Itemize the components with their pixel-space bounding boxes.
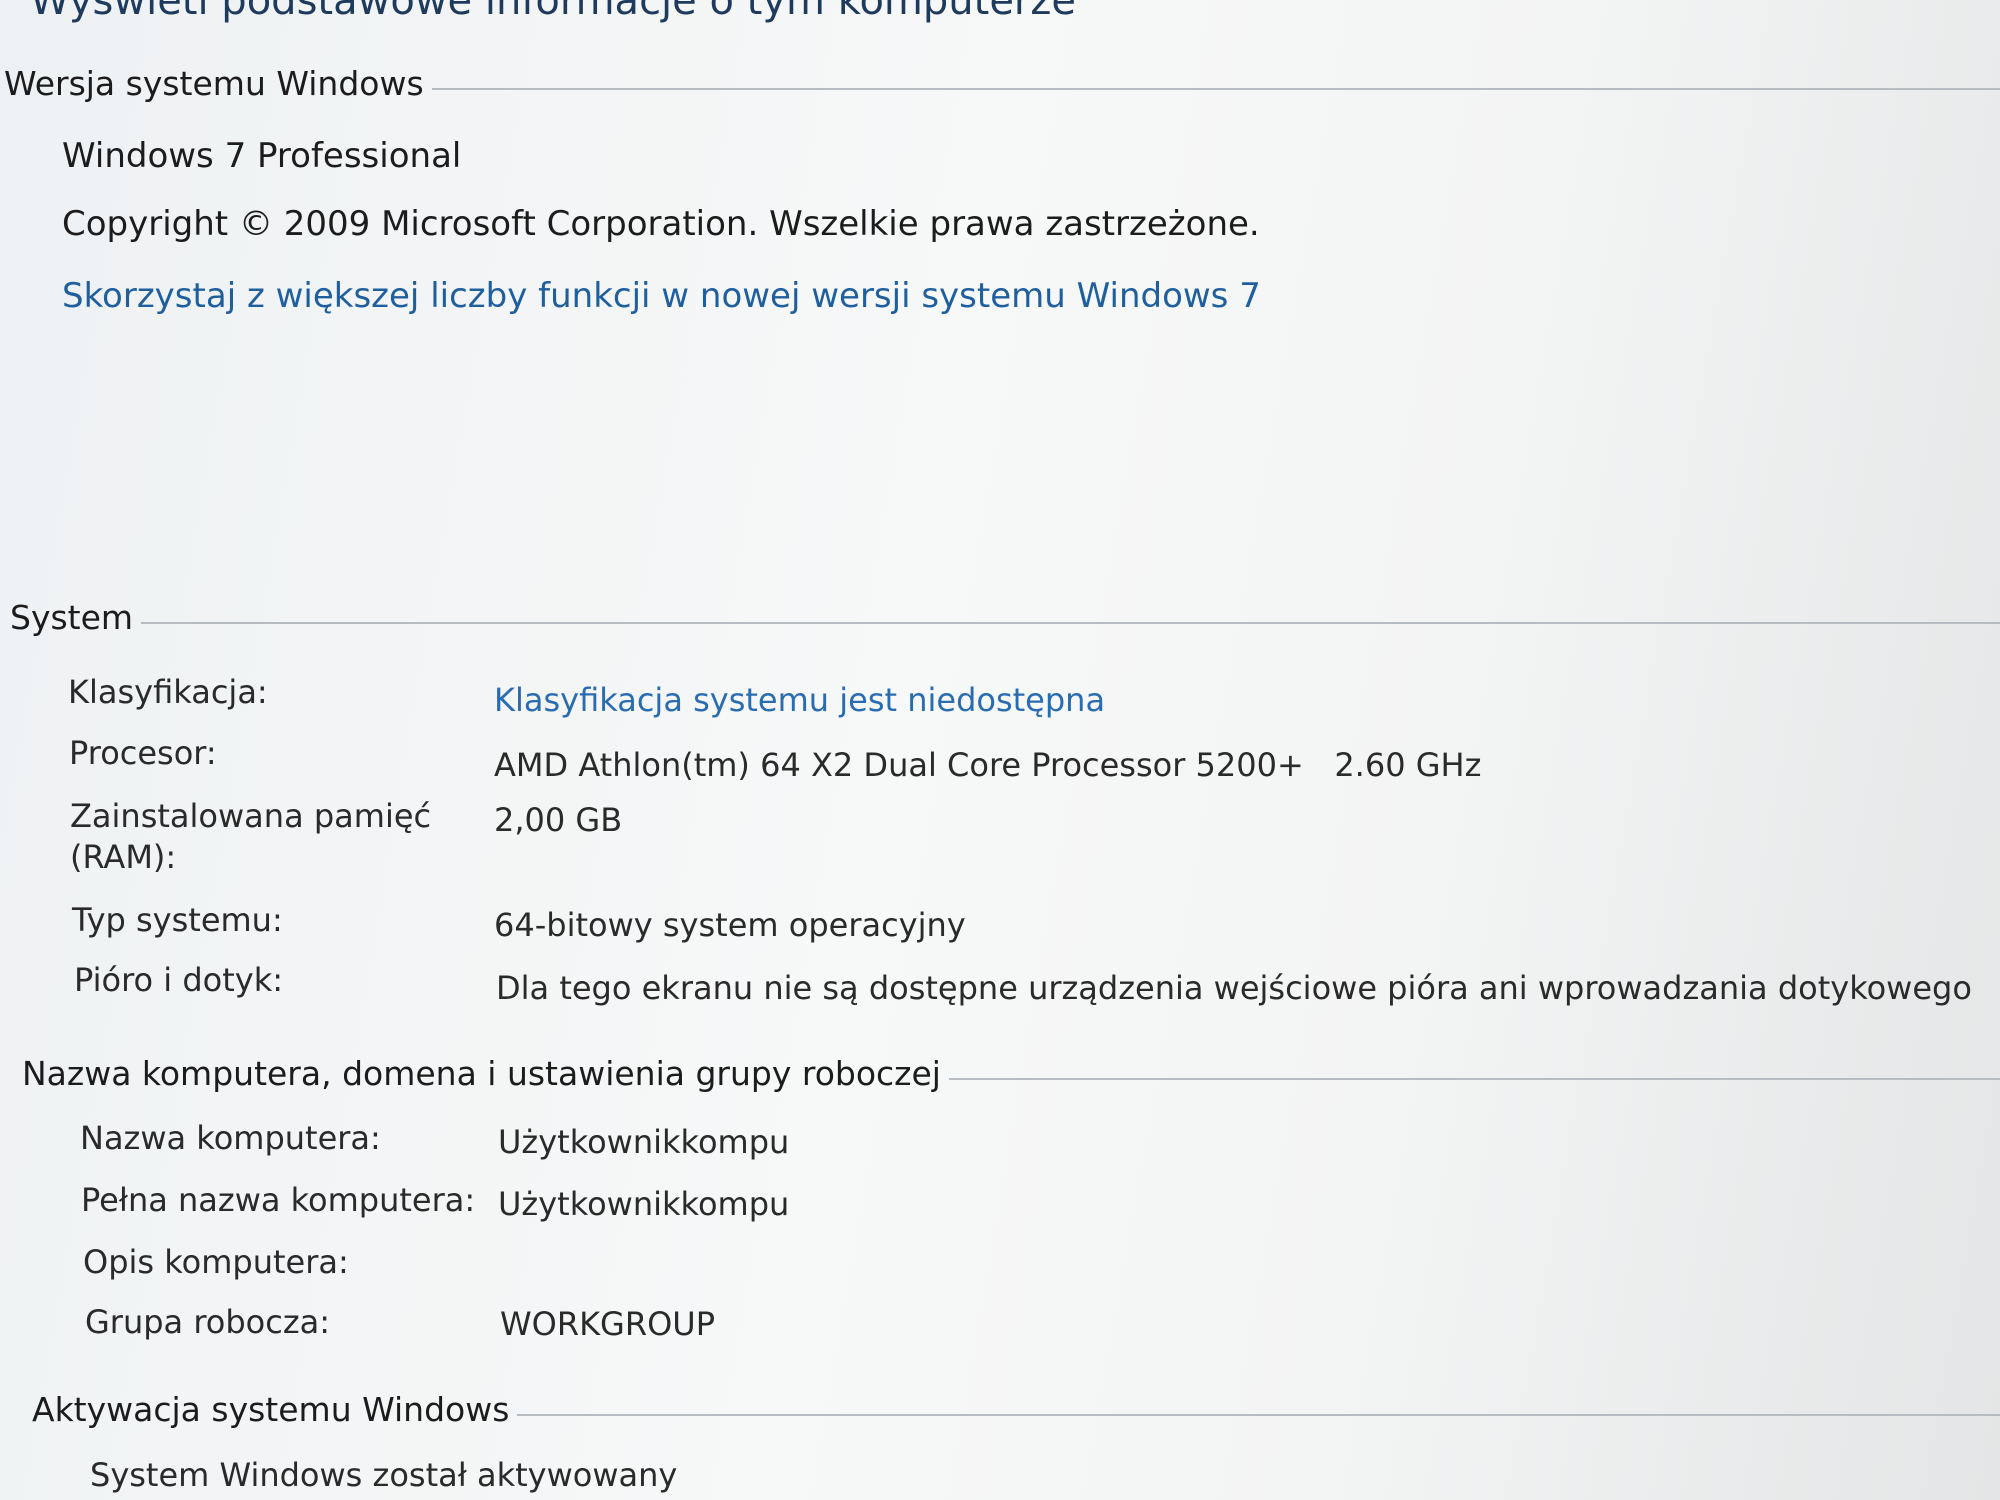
upgrade-windows-link[interactable]: Skorzystaj z większej liczby funkcji w n… bbox=[62, 276, 1261, 316]
ram-value: 2,00 GB bbox=[494, 801, 623, 839]
copyright-text: Copyright © 2009 Microsoft Corporation. … bbox=[62, 204, 1260, 244]
computer-name-value: Użytkownikkompu bbox=[498, 1123, 790, 1161]
activation-header-label: Aktywacja systemu Windows bbox=[32, 1390, 510, 1429]
page-title: Wyświetl podstawowe informacje o tym kom… bbox=[30, 0, 1076, 24]
computer-name-header: Nazwa komputera, domena i ustawienia gru… bbox=[22, 1054, 2000, 1093]
section-divider bbox=[948, 1077, 2000, 1080]
processor-label: Procesor: bbox=[69, 734, 217, 772]
pen-touch-label: Pióro i dotyk: bbox=[74, 961, 284, 999]
system-type-label: Typ systemu: bbox=[72, 901, 283, 939]
system-type-value: 64-bitowy system operacyjny bbox=[494, 906, 966, 944]
rating-link[interactable]: Klasyfikacja systemu jest niedostępna bbox=[494, 680, 1105, 721]
computer-name-label: Nazwa komputera: bbox=[80, 1119, 381, 1157]
system-header-label: System bbox=[10, 598, 134, 637]
processor-value: AMD Athlon(tm) 64 X2 Dual Core Processor… bbox=[494, 746, 1482, 784]
activation-status: System Windows został aktywowany bbox=[90, 1456, 678, 1494]
computer-name-header-label: Nazwa komputera, domena i ustawienia gru… bbox=[22, 1054, 941, 1093]
workgroup-label: Grupa robocza: bbox=[85, 1303, 331, 1341]
full-computer-name-label: Pełna nazwa komputera: bbox=[81, 1181, 476, 1219]
section-divider bbox=[431, 87, 2000, 90]
ram-label: Zainstalowana pamięć (RAM): bbox=[70, 797, 432, 876]
workgroup-value: WORKGROUP bbox=[500, 1305, 715, 1343]
windows-edition-header: Wersja systemu Windows bbox=[4, 64, 2000, 103]
rating-label: Klasyfikacja: bbox=[68, 673, 268, 711]
activation-header: Aktywacja systemu Windows bbox=[32, 1390, 2000, 1429]
system-properties-page: Wyświetl podstawowe informacje o tym kom… bbox=[0, 0, 2000, 1500]
system-header: System bbox=[10, 598, 2000, 637]
windows-edition-name: Windows 7 Professional bbox=[62, 136, 462, 176]
full-computer-name-value: Użytkownikkompu bbox=[498, 1185, 790, 1223]
section-divider bbox=[517, 1413, 2000, 1416]
section-divider bbox=[141, 621, 2000, 624]
computer-description-label: Opis komputera: bbox=[83, 1243, 349, 1281]
windows-edition-header-label: Wersja systemu Windows bbox=[4, 64, 424, 103]
pen-touch-value: Dla tego ekranu nie są dostępne urządzen… bbox=[496, 969, 1972, 1007]
